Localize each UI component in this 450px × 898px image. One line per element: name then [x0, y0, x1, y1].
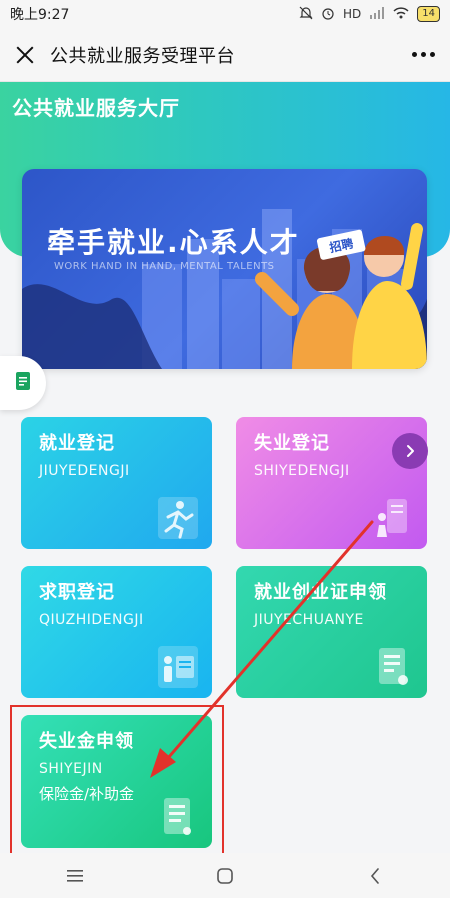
card-subtitle: SHIYEDENGJI	[254, 463, 350, 479]
mute-icon	[299, 6, 313, 23]
banner-title: 牵手就业.心系人才	[47, 226, 300, 259]
back-icon[interactable]	[355, 856, 395, 896]
interview-icon	[158, 646, 198, 688]
menu-icon[interactable]	[55, 856, 95, 896]
wifi-icon	[393, 6, 409, 22]
annotation-highlight-box	[10, 705, 224, 858]
runner-icon	[158, 497, 198, 539]
certificate-icon	[379, 648, 408, 685]
network-label: HD	[343, 7, 362, 21]
status-bar: 晚上9:27 HD 14	[0, 0, 450, 28]
status-icons: HD 14	[299, 6, 440, 23]
hero-title: 公共就业服务大厅	[12, 96, 180, 120]
status-time: 晚上9:27	[10, 7, 70, 23]
card-title: 求职登记	[39, 582, 115, 603]
document-tab[interactable]	[0, 356, 46, 410]
banner-subtitle: WORK HAND IN HAND, MENTAL TALENTS	[54, 261, 275, 272]
card-title: 就业创业证申领	[254, 582, 387, 603]
page-title: 公共就业服务受理平台	[50, 45, 235, 67]
card-subtitle: JIUYECHUANYE	[254, 612, 364, 628]
home-icon[interactable]	[205, 856, 245, 896]
people-icon	[377, 499, 407, 537]
card-subtitle: QIUZHIDENGJI	[39, 612, 144, 628]
card-title: 失业登记	[254, 433, 330, 454]
title-bar: 公共就业服务受理平台	[0, 28, 450, 82]
card-job-seeking-registration[interactable]: 求职登记 QIUZHIDENGJI	[21, 566, 212, 698]
card-title: 就业登记	[39, 433, 115, 454]
alarm-icon	[321, 6, 335, 23]
close-icon[interactable]	[12, 42, 38, 68]
card-subtitle: JIUYEDENGJI	[39, 463, 130, 479]
signal-icon	[369, 6, 385, 22]
card-employment-registration[interactable]: 就业登记 JIUYEDENGJI	[21, 417, 212, 549]
battery-indicator: 14	[417, 6, 440, 22]
chevron-right-icon[interactable]	[392, 433, 428, 469]
system-nav-bar	[0, 853, 450, 898]
card-entrepreneurship-certificate[interactable]: 就业创业证申领 JIUYECHUANYE	[236, 566, 427, 698]
document-icon	[16, 372, 30, 394]
promo-banner[interactable]: 招聘 牵手就业.心系人才 WORK HAND IN HAND, MENTAL T…	[22, 169, 427, 369]
more-icon[interactable]	[408, 40, 438, 70]
